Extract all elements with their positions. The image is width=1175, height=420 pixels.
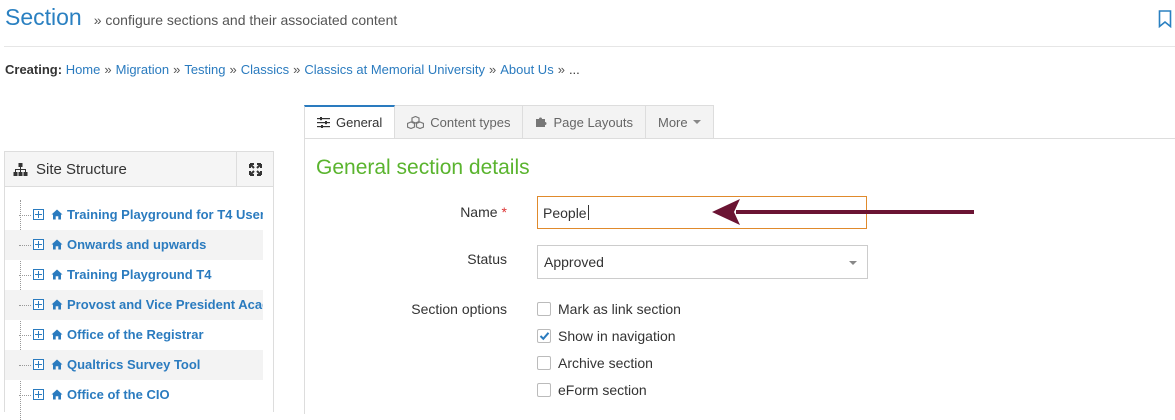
breadcrumb-testing[interactable]: Testing	[184, 62, 225, 77]
check-icon	[539, 332, 550, 341]
option-show-in-navigation[interactable]: Show in navigation	[537, 326, 676, 346]
tree-item-label[interactable]: Training Playground for T4 Users	[67, 207, 263, 222]
tree-item[interactable]: Qualtrics Survey Tool	[5, 350, 263, 380]
page-title: Section	[5, 4, 82, 30]
site-structure-header: Site Structure	[5, 152, 273, 187]
home-icon	[51, 329, 63, 340]
tab-content-types[interactable]: Content types	[395, 105, 524, 139]
site-structure-title: Site Structure	[36, 160, 127, 178]
sitemap-icon	[13, 162, 28, 176]
breadcrumb-prefix: Creating:	[5, 62, 63, 77]
expand-node-icon[interactable]	[33, 299, 44, 310]
status-select[interactable]: Approved	[537, 245, 868, 279]
eform-section-checkbox[interactable]	[537, 383, 551, 397]
tree-branch	[19, 230, 31, 246]
option-archive-section[interactable]: Archive section	[537, 353, 653, 373]
bookmark-icon[interactable]	[1158, 10, 1172, 28]
tree-item[interactable]: Onwards and upwards	[5, 230, 263, 260]
section-options-label: Section options	[411, 301, 507, 317]
text-cursor	[587, 205, 589, 220]
mark-as-link-checkbox[interactable]	[537, 302, 551, 316]
tree-item[interactable]: Training Playground T4	[5, 260, 263, 290]
required-marker: *	[501, 204, 507, 220]
section-heading: General section details	[316, 156, 530, 179]
page-subtitle: » configure sections and their associate…	[93, 12, 398, 28]
breadcrumb-about-us[interactable]: About Us	[500, 62, 553, 77]
status-label: Status	[467, 251, 507, 267]
page-header: Section » configure sections and their a…	[5, 4, 397, 34]
breadcrumb: Creating: Home» Migration» Testing» Classic…	[5, 62, 580, 77]
header-divider	[4, 46, 1175, 47]
name-input-value: People	[543, 204, 587, 221]
tree-item[interactable]: Office of the CIO	[5, 380, 263, 410]
breadcrumb-classics-at-mun[interactable]: Classics at Memorial University	[304, 62, 485, 77]
tree-branch	[19, 350, 31, 366]
tree-item-label[interactable]: Qualtrics Survey Tool	[67, 357, 263, 372]
section-tabs: General Content types Page Layouts More	[304, 105, 714, 139]
annotation-arrow-icon	[712, 199, 974, 225]
tree-branch	[19, 260, 31, 276]
tab-page-layouts[interactable]: Page Layouts	[523, 105, 646, 139]
home-icon	[51, 389, 63, 400]
breadcrumb-home[interactable]: Home	[66, 62, 101, 77]
caret-down-icon	[692, 120, 701, 124]
breadcrumb-ellipsis: ...	[568, 62, 580, 77]
tree-item-label[interactable]: Onwards and upwards	[67, 237, 263, 252]
tree-branch	[19, 320, 31, 336]
breadcrumb-migration[interactable]: Migration	[116, 62, 169, 77]
home-icon	[51, 299, 63, 310]
name-label: Name *	[460, 204, 507, 220]
expand-node-icon[interactable]	[33, 389, 44, 400]
site-tree: Training Playground for T4 Users Onwards …	[5, 200, 263, 410]
expand-node-icon[interactable]	[33, 239, 44, 250]
tab-more[interactable]: More	[645, 105, 714, 139]
tree-branch	[19, 380, 31, 396]
home-icon	[51, 269, 63, 280]
expand-node-icon[interactable]	[33, 269, 44, 280]
expand-panel-button[interactable]	[236, 152, 273, 186]
tab-general[interactable]: General	[304, 105, 396, 139]
cubes-icon	[407, 115, 425, 129]
home-icon	[51, 209, 63, 220]
expand-icon	[248, 162, 262, 176]
home-icon	[51, 359, 63, 370]
breadcrumb-classics[interactable]: Classics	[241, 62, 289, 77]
status-select-value: Approved	[544, 254, 604, 270]
tree-item-label[interactable]: Office of the Registrar	[67, 327, 263, 342]
chevron-down-icon	[849, 261, 857, 265]
site-structure-panel: Site Structure Training Playground for T…	[4, 151, 274, 420]
option-eform-section[interactable]: eForm section	[537, 380, 647, 400]
tree-item-label[interactable]: Provost and Vice President Academic	[67, 297, 263, 312]
puzzle-icon	[536, 117, 547, 127]
archive-section-checkbox[interactable]	[537, 356, 551, 370]
tree-item[interactable]: Training Playground for T4 Users	[5, 200, 263, 230]
tree-item-label[interactable]: Office of the CIO	[67, 387, 263, 402]
tree-branch	[19, 290, 31, 306]
home-icon	[51, 239, 63, 250]
tree-branch	[19, 200, 31, 216]
option-mark-as-link[interactable]: Mark as link section	[537, 299, 681, 319]
tree-item-label[interactable]: Training Playground T4	[67, 267, 263, 282]
tree-item[interactable]: Provost and Vice President Academic	[5, 290, 263, 320]
expand-node-icon[interactable]	[33, 329, 44, 340]
show-in-navigation-checkbox[interactable]	[537, 329, 551, 343]
tree-item[interactable]: Office of the Registrar	[5, 320, 263, 350]
sliders-icon	[317, 117, 330, 128]
expand-node-icon[interactable]	[33, 209, 44, 220]
expand-node-icon[interactable]	[33, 359, 44, 370]
